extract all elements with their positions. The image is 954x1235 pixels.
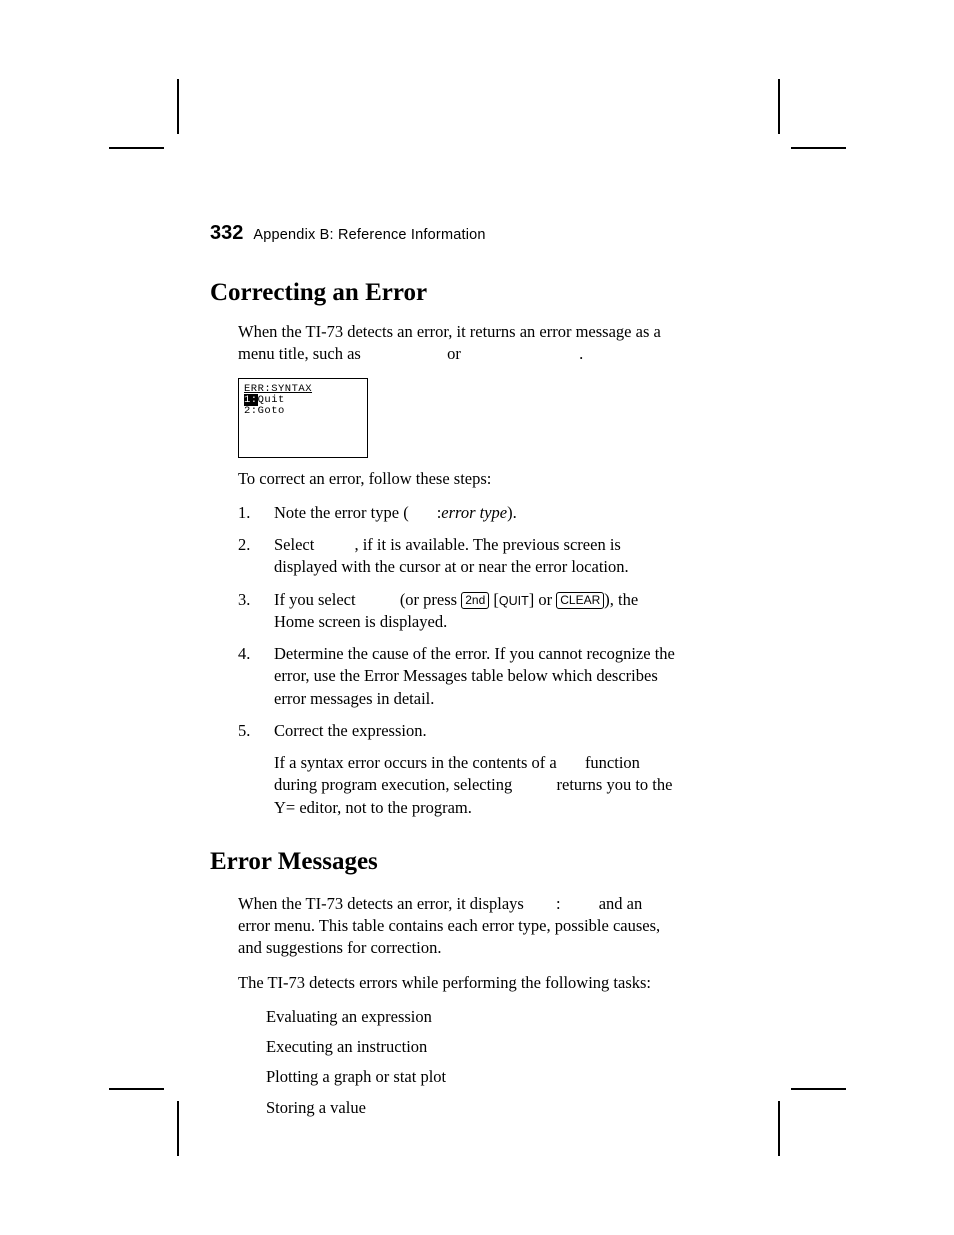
steps-intro: To correct an error, follow these steps: (238, 468, 678, 490)
key-2nd: 2nd (461, 592, 489, 609)
crop-mark (791, 1088, 846, 1090)
step-item: 3. If you select (or press 2nd [QUIT] or… (238, 589, 678, 634)
text: If you select (274, 590, 360, 609)
calculator-screenshot: ERR:SYNTAX 1:Quit 2:Goto (238, 378, 368, 458)
intro-paragraph: When the TI-73 detects an error, it retu… (238, 321, 678, 366)
bullet-list: Evaluating an expression Executing an in… (266, 1006, 790, 1119)
crop-mark (109, 147, 164, 149)
page-number: 332 (210, 222, 243, 245)
crop-mark (778, 79, 780, 134)
page: 332 Appendix B: Reference Information Co… (0, 0, 954, 1235)
screenshot-line: 2:Goto (244, 405, 285, 417)
step-number: 3. (238, 589, 260, 634)
text: (or press (396, 590, 462, 609)
steps-list: 1. Note the error type (:error type). 2.… (238, 502, 790, 819)
step-text: Select , if it is available. The previou… (274, 534, 678, 579)
crop-mark (109, 1088, 164, 1090)
header-title: Appendix B: Reference Information (253, 227, 485, 243)
step-text: Determine the cause of the error. If you… (274, 643, 678, 710)
step-item: 1. Note the error type (:error type). (238, 502, 678, 524)
step-number: 2. (238, 534, 260, 579)
step-text: Correct the expression. If a syntax erro… (274, 720, 678, 819)
bullet-item: Storing a value (266, 1097, 686, 1119)
crop-mark (177, 1101, 179, 1156)
bullet-item: Plotting a graph or stat plot (266, 1066, 686, 1088)
section-heading: Error Messages (210, 845, 790, 879)
crop-mark (791, 147, 846, 149)
bullet-item: Evaluating an expression (266, 1006, 686, 1028)
text: or (534, 590, 556, 609)
body: When the TI-73 detects an error, it retu… (210, 321, 790, 1119)
step-text: If you select (or press 2nd [QUIT] or CL… (274, 589, 678, 634)
step-item: 2. Select , if it is available. The prev… (238, 534, 678, 579)
bullet-item: Executing an instruction (266, 1036, 686, 1058)
text: ). (507, 503, 517, 522)
paragraph: The TI-73 detects errors while performin… (238, 972, 678, 994)
step-number: 4. (238, 643, 260, 710)
section-heading: Correcting an Error (210, 279, 790, 307)
step-item: 5. Correct the expression. If a syntax e… (238, 720, 678, 819)
text: : (556, 894, 561, 913)
key-clear: CLEAR (556, 592, 604, 609)
step-number: 1. (238, 502, 260, 524)
text-italic: error type (441, 503, 507, 522)
text: . (579, 344, 583, 363)
text: [ (489, 590, 499, 609)
step-text: Note the error type (:error type). (274, 502, 678, 524)
text: or (447, 344, 465, 363)
paragraph: When the TI-73 detects an error, it disp… (238, 893, 678, 960)
content-area: 332 Appendix B: Reference Information Co… (210, 222, 790, 1127)
text: If a syntax error occurs in the contents… (274, 753, 561, 772)
text: When the TI-73 detects an error, it disp… (238, 894, 528, 913)
step-number: 5. (238, 720, 260, 819)
key-label: QUIT (499, 594, 529, 608)
step-item: 4. Determine the cause of the error. If … (238, 643, 678, 710)
crop-mark (177, 79, 179, 134)
text: Note the error type ( (274, 503, 409, 522)
section-2: Error Messages When the TI-73 detects an… (210, 845, 790, 1119)
text: Correct the expression. (274, 721, 427, 740)
step-subtext: If a syntax error occurs in the contents… (274, 752, 678, 819)
running-header: 332 Appendix B: Reference Information (210, 222, 790, 245)
text: Select (274, 535, 318, 554)
text: , if it is available. The previous scree… (274, 535, 629, 576)
